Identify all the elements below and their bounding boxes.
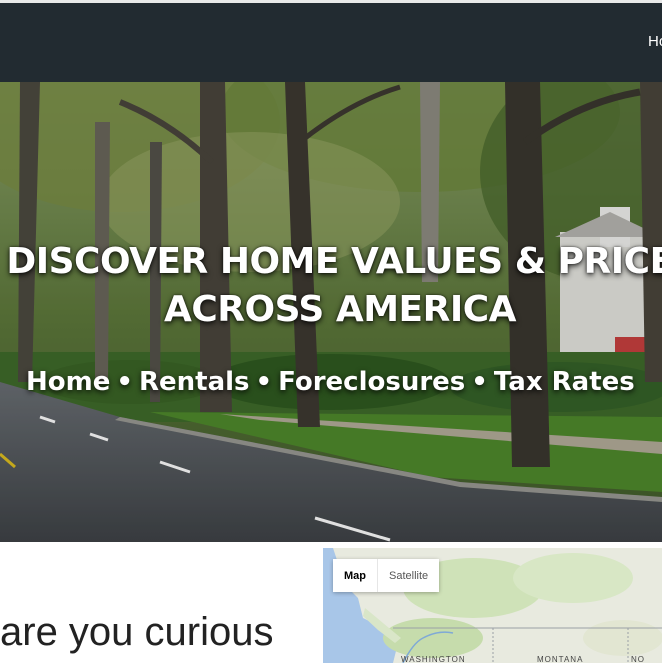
hero-link-home[interactable]: Home xyxy=(26,367,110,397)
page: Ho xyxy=(0,0,662,663)
hero-category-links: Home • Rentals • Foreclosures • Tax Rates xyxy=(26,367,635,397)
map-label-north: NO xyxy=(631,655,645,663)
satellite-view-button[interactable]: Satellite xyxy=(377,559,440,592)
map-type-toggle: Map Satellite xyxy=(333,559,440,592)
hero-link-separator: • xyxy=(116,367,133,397)
hero-banner: DISCOVER HOME VALUES & PRICE ACROSS AMER… xyxy=(0,82,662,542)
hero-link-separator: • xyxy=(255,367,273,397)
nav-link-home[interactable]: Ho xyxy=(648,33,662,50)
hero-title: DISCOVER HOME VALUES & PRICE ACROSS AMER… xyxy=(0,238,662,334)
hero-link-foreclosures[interactable]: Foreclosures xyxy=(278,367,465,397)
map-label-washington: WASHINGTON xyxy=(401,655,466,663)
hero-link-rentals[interactable]: Rentals xyxy=(139,367,250,397)
hero-link-separator: • xyxy=(471,367,488,397)
map-view-button[interactable]: Map xyxy=(333,559,377,592)
hero-title-line-2: ACROSS AMERICA xyxy=(163,289,517,330)
hero-title-line-1: DISCOVER HOME VALUES & PRICE xyxy=(6,241,662,282)
section-heading: are you curious xyxy=(0,610,274,654)
map-label-montana: MONTANA xyxy=(537,655,584,663)
hero-link-tax-rates[interactable]: Tax Rates xyxy=(494,367,635,397)
top-navigation-bar: Ho xyxy=(0,0,662,82)
map-widget[interactable]: Map Satellite WASHINGTON MONTANA NO xyxy=(323,548,662,663)
